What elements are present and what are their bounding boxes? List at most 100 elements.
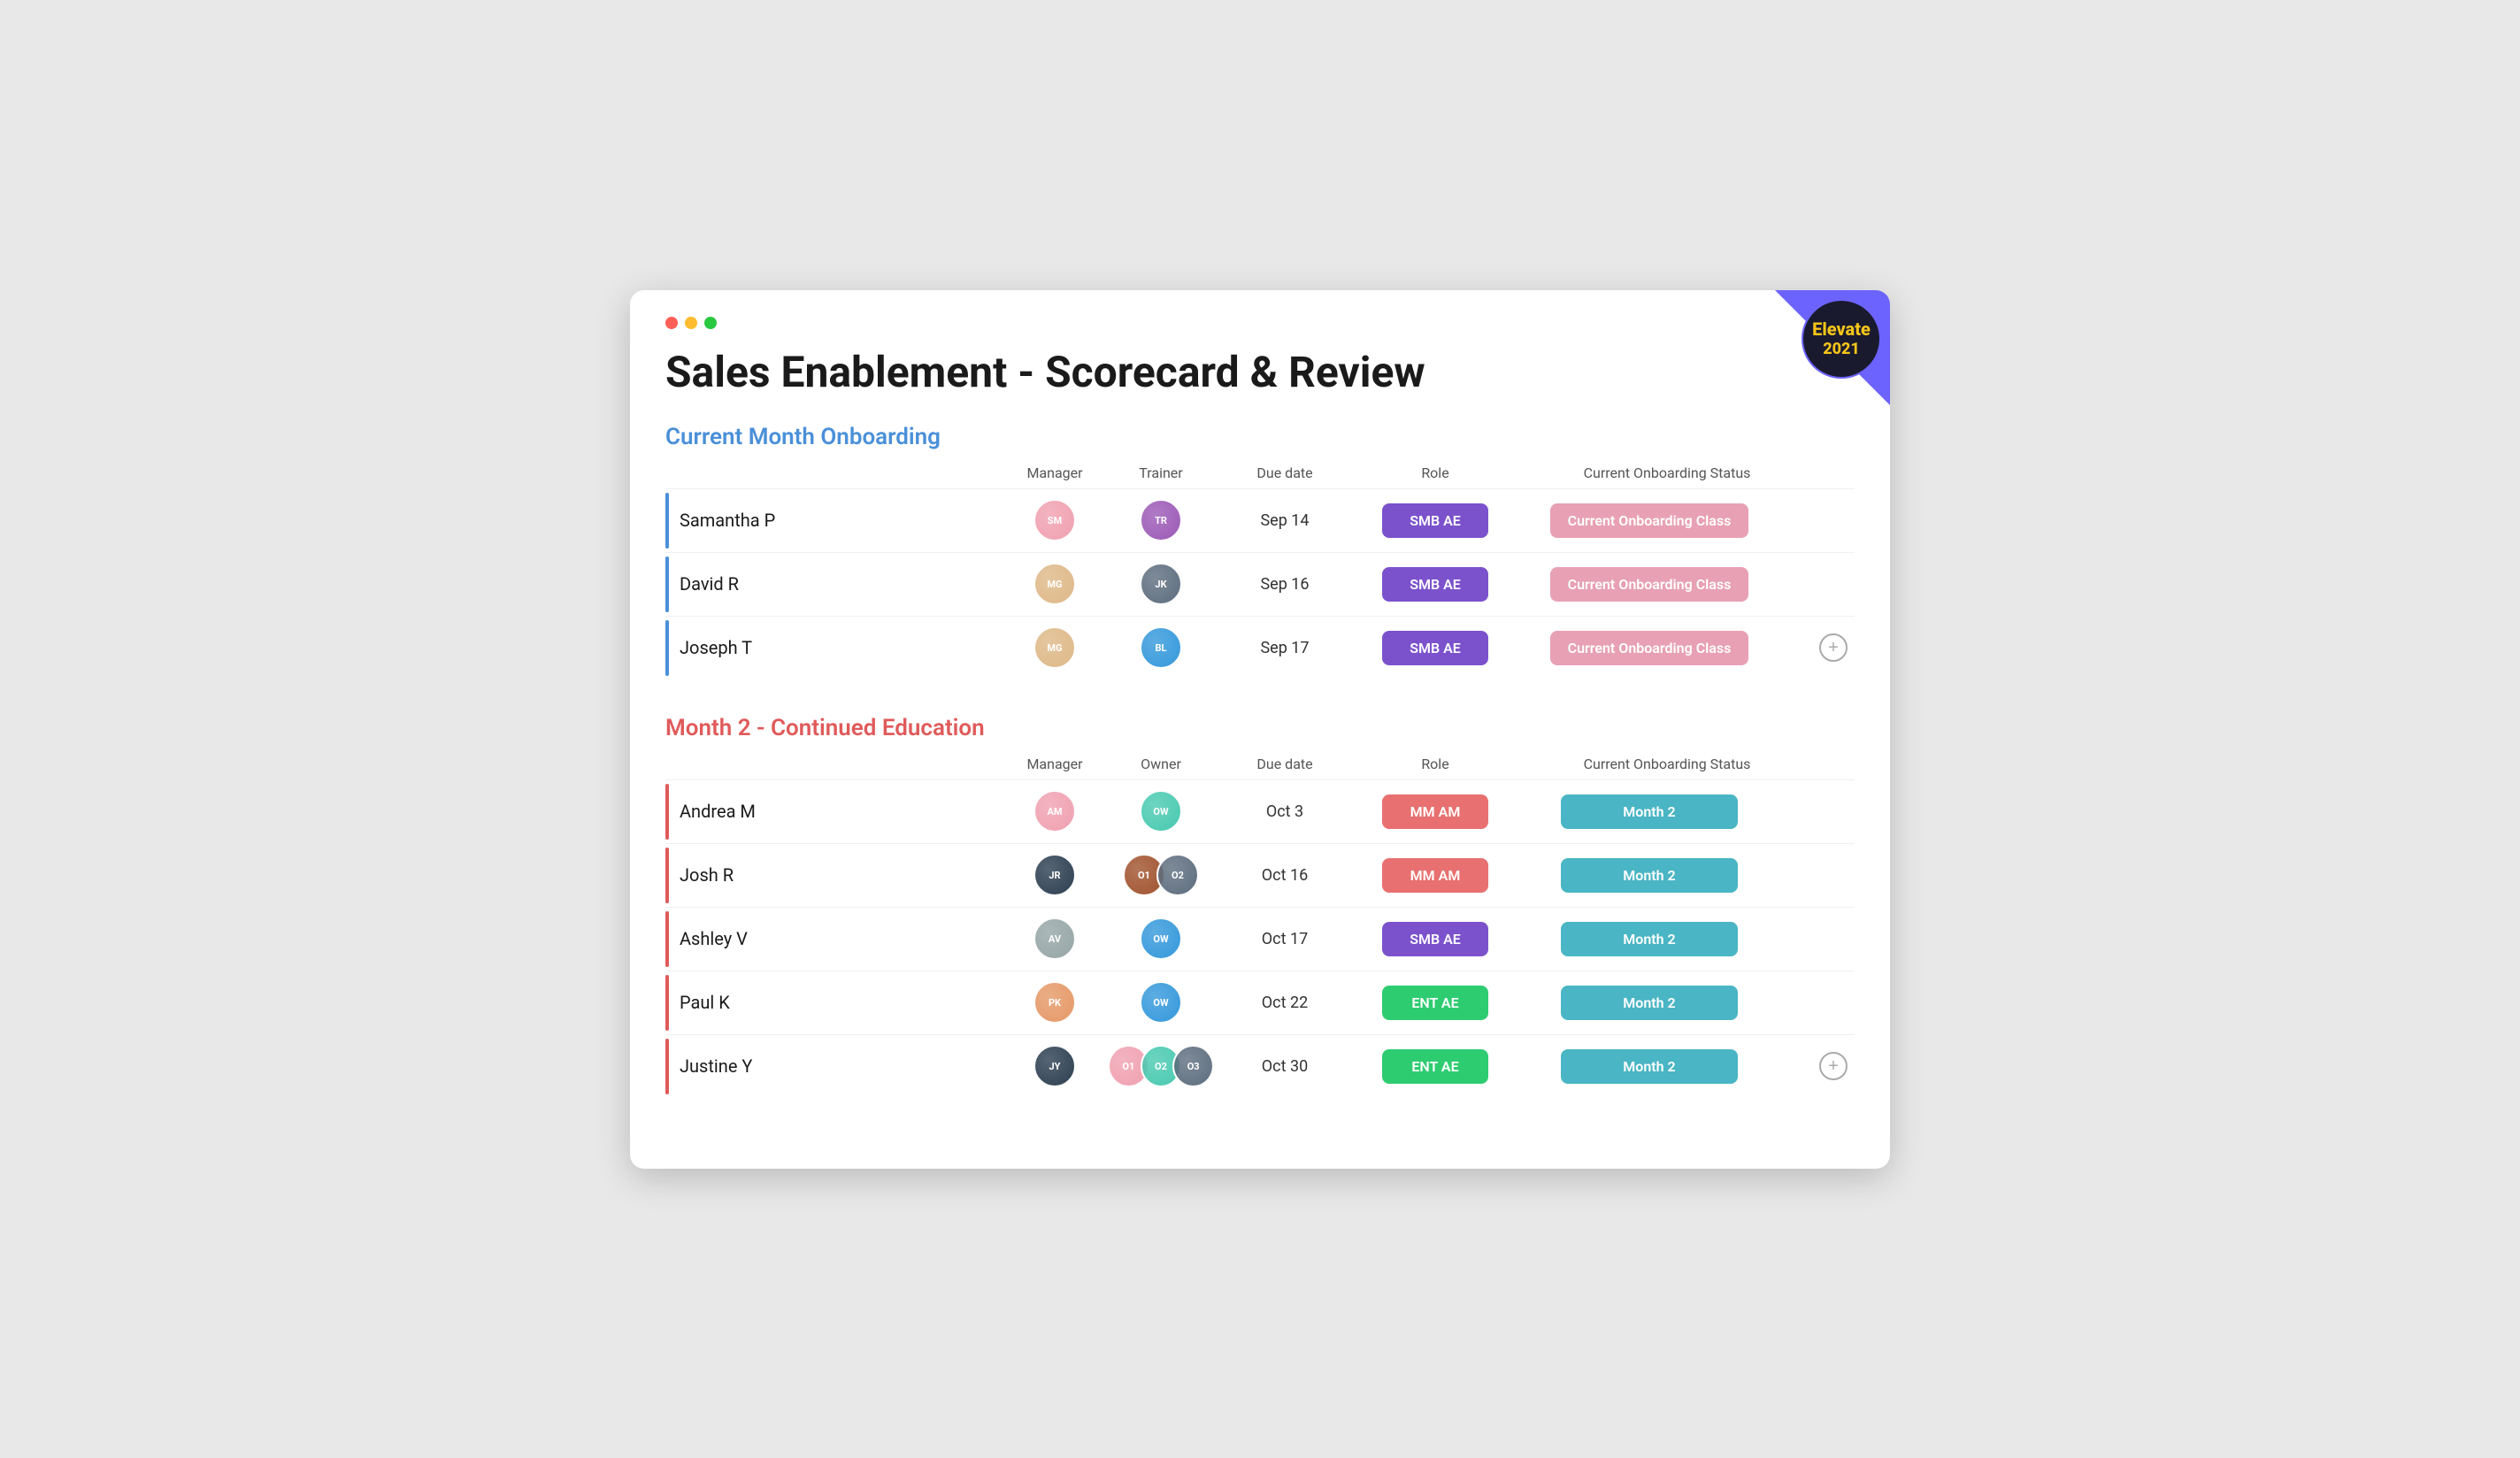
due-date: Oct 30: [1214, 1057, 1356, 1076]
minimize-dot[interactable]: [685, 317, 697, 329]
main-window: Elevate 2021 Sales Enablement - Scorecar…: [630, 290, 1890, 1169]
status-cell: Month 2: [1515, 986, 1819, 1020]
section2-rows: Andrea M AM OW Oct 3 MM AM Month 2 Josh …: [665, 779, 1855, 1098]
header-manager: Manager: [1002, 464, 1108, 481]
owner-cell: O1 O2 O3: [1108, 1045, 1214, 1087]
header-name: [665, 464, 1002, 481]
avatar: PK: [1033, 981, 1076, 1024]
role-badge: MM AM: [1382, 794, 1488, 829]
row-name: Justine Y: [665, 1055, 1002, 1077]
role-cell: ENT AE: [1356, 986, 1515, 1020]
avatar: OW: [1140, 981, 1182, 1024]
section1-table: Manager Trainer Due date Role Current On…: [665, 464, 1855, 679]
avatar: OW: [1140, 917, 1182, 960]
header-role: Role: [1356, 464, 1515, 481]
due-date: Oct 22: [1214, 994, 1356, 1012]
status-cell: Current Onboarding Class: [1515, 567, 1819, 602]
due-date: Sep 17: [1214, 639, 1356, 657]
status-badge: Current Onboarding Class: [1550, 631, 1749, 665]
table-row[interactable]: Joseph T MG BL Sep 17 SMB AE Current Onb…: [665, 616, 1855, 679]
avatar: OW: [1140, 790, 1182, 833]
avatar: O2: [1156, 854, 1199, 896]
row-border: [665, 784, 669, 840]
table-row[interactable]: Paul K PK OW Oct 22 ENT AE Month 2: [665, 971, 1855, 1034]
role-cell: SMB AE: [1356, 631, 1515, 665]
role-cell: SMB AE: [1356, 503, 1515, 538]
role-badge: ENT AE: [1382, 1049, 1488, 1084]
role-badge: SMB AE: [1382, 503, 1488, 538]
table-row[interactable]: Andrea M AM OW Oct 3 MM AM Month 2: [665, 779, 1855, 843]
avatar: SM: [1033, 499, 1076, 541]
section2-title: Month 2 - Continued Education: [665, 715, 1855, 741]
due-date: Oct 3: [1214, 802, 1356, 821]
manager-cell: SM: [1002, 499, 1108, 541]
section-month2: Month 2 - Continued Education Manager Ow…: [665, 715, 1855, 1098]
section1-title: Current Month Onboarding: [665, 424, 1855, 450]
table-row[interactable]: Josh R JR O1 O2 Oct 16 MM AM Month 2: [665, 843, 1855, 907]
role-cell: MM AM: [1356, 858, 1515, 893]
row-border: [665, 848, 669, 903]
section-current-month: Current Month Onboarding Manager Trainer…: [665, 424, 1855, 679]
row-name: Andrea M: [665, 801, 1002, 822]
status-badge: Month 2: [1561, 858, 1738, 893]
avatar: O3: [1172, 1045, 1214, 1087]
elevate-line2: 2021: [1823, 340, 1860, 359]
header-status: Current Onboarding Status: [1515, 464, 1819, 481]
avatar: MG: [1033, 626, 1076, 669]
role-badge: ENT AE: [1382, 986, 1488, 1020]
owner-cell: OW: [1108, 981, 1214, 1024]
table-row[interactable]: David R MG JK Sep 16 SMB AE Current Onbo…: [665, 552, 1855, 616]
avatar: JY: [1033, 1045, 1076, 1087]
section2-table: Manager Owner Due date Role Current Onbo…: [665, 756, 1855, 1098]
due-date: Oct 17: [1214, 930, 1356, 948]
add-row-button[interactable]: +: [1819, 633, 1848, 662]
row-name: Josh R: [665, 864, 1002, 886]
manager-cell: JR: [1002, 854, 1108, 896]
row-border: [665, 911, 669, 967]
close-dot[interactable]: [665, 317, 678, 329]
role-cell: MM AM: [1356, 794, 1515, 829]
header2-manager: Manager: [1002, 756, 1108, 772]
due-date: Sep 16: [1214, 575, 1356, 594]
section1-rows: Samantha P SM TR Sep 14 SMB AE Current O…: [665, 488, 1855, 679]
owner-cell: OW: [1108, 917, 1214, 960]
status-cell: Current Onboarding Class: [1515, 631, 1819, 665]
status-cell: Current Onboarding Class: [1515, 503, 1819, 538]
status-cell: Month 2: [1515, 858, 1819, 893]
row-border: [665, 1039, 669, 1094]
maximize-dot[interactable]: [704, 317, 717, 329]
table-row[interactable]: Samantha P SM TR Sep 14 SMB AE Current O…: [665, 488, 1855, 552]
table-row[interactable]: Justine Y JY O1 O2 O3 Oct 30 ENT AE Mont…: [665, 1034, 1855, 1098]
elevate-line1: Elevate: [1812, 318, 1871, 340]
status-cell: Month 2: [1515, 794, 1819, 829]
section2-header: Manager Owner Due date Role Current Onbo…: [665, 756, 1855, 779]
row-border: [665, 493, 669, 549]
trainer-cell: TR: [1108, 499, 1214, 541]
row-name: Samantha P: [665, 510, 1002, 531]
add-row-button[interactable]: +: [1819, 1052, 1848, 1080]
window-controls: [665, 317, 1855, 329]
header2-duedate: Due date: [1214, 756, 1356, 772]
role-badge: SMB AE: [1382, 631, 1488, 665]
status-badge: Month 2: [1561, 794, 1738, 829]
page-title: Sales Enablement - Scorecard & Review: [665, 347, 1855, 397]
status-cell: Month 2: [1515, 922, 1819, 956]
status-badge: Current Onboarding Class: [1550, 567, 1749, 602]
row-border: [665, 620, 669, 676]
status-badge: Current Onboarding Class: [1550, 503, 1749, 538]
role-cell: ENT AE: [1356, 1049, 1515, 1084]
row-name: Joseph T: [665, 637, 1002, 658]
elevate-circle: Elevate 2021: [1802, 299, 1881, 379]
table-row[interactable]: Ashley V AV OW Oct 17 SMB AE Month 2: [665, 907, 1855, 971]
due-date: Oct 16: [1214, 866, 1356, 885]
header2-status: Current Onboarding Status: [1515, 756, 1819, 772]
avatar: AM: [1033, 790, 1076, 833]
avatar: BL: [1140, 626, 1182, 669]
role-badge: SMB AE: [1382, 922, 1488, 956]
role-badge: MM AM: [1382, 858, 1488, 893]
trainer-cell: JK: [1108, 563, 1214, 605]
header2-owner: Owner: [1108, 756, 1214, 772]
header-add: [1819, 464, 1855, 481]
row-name: Ashley V: [665, 928, 1002, 949]
manager-cell: AM: [1002, 790, 1108, 833]
